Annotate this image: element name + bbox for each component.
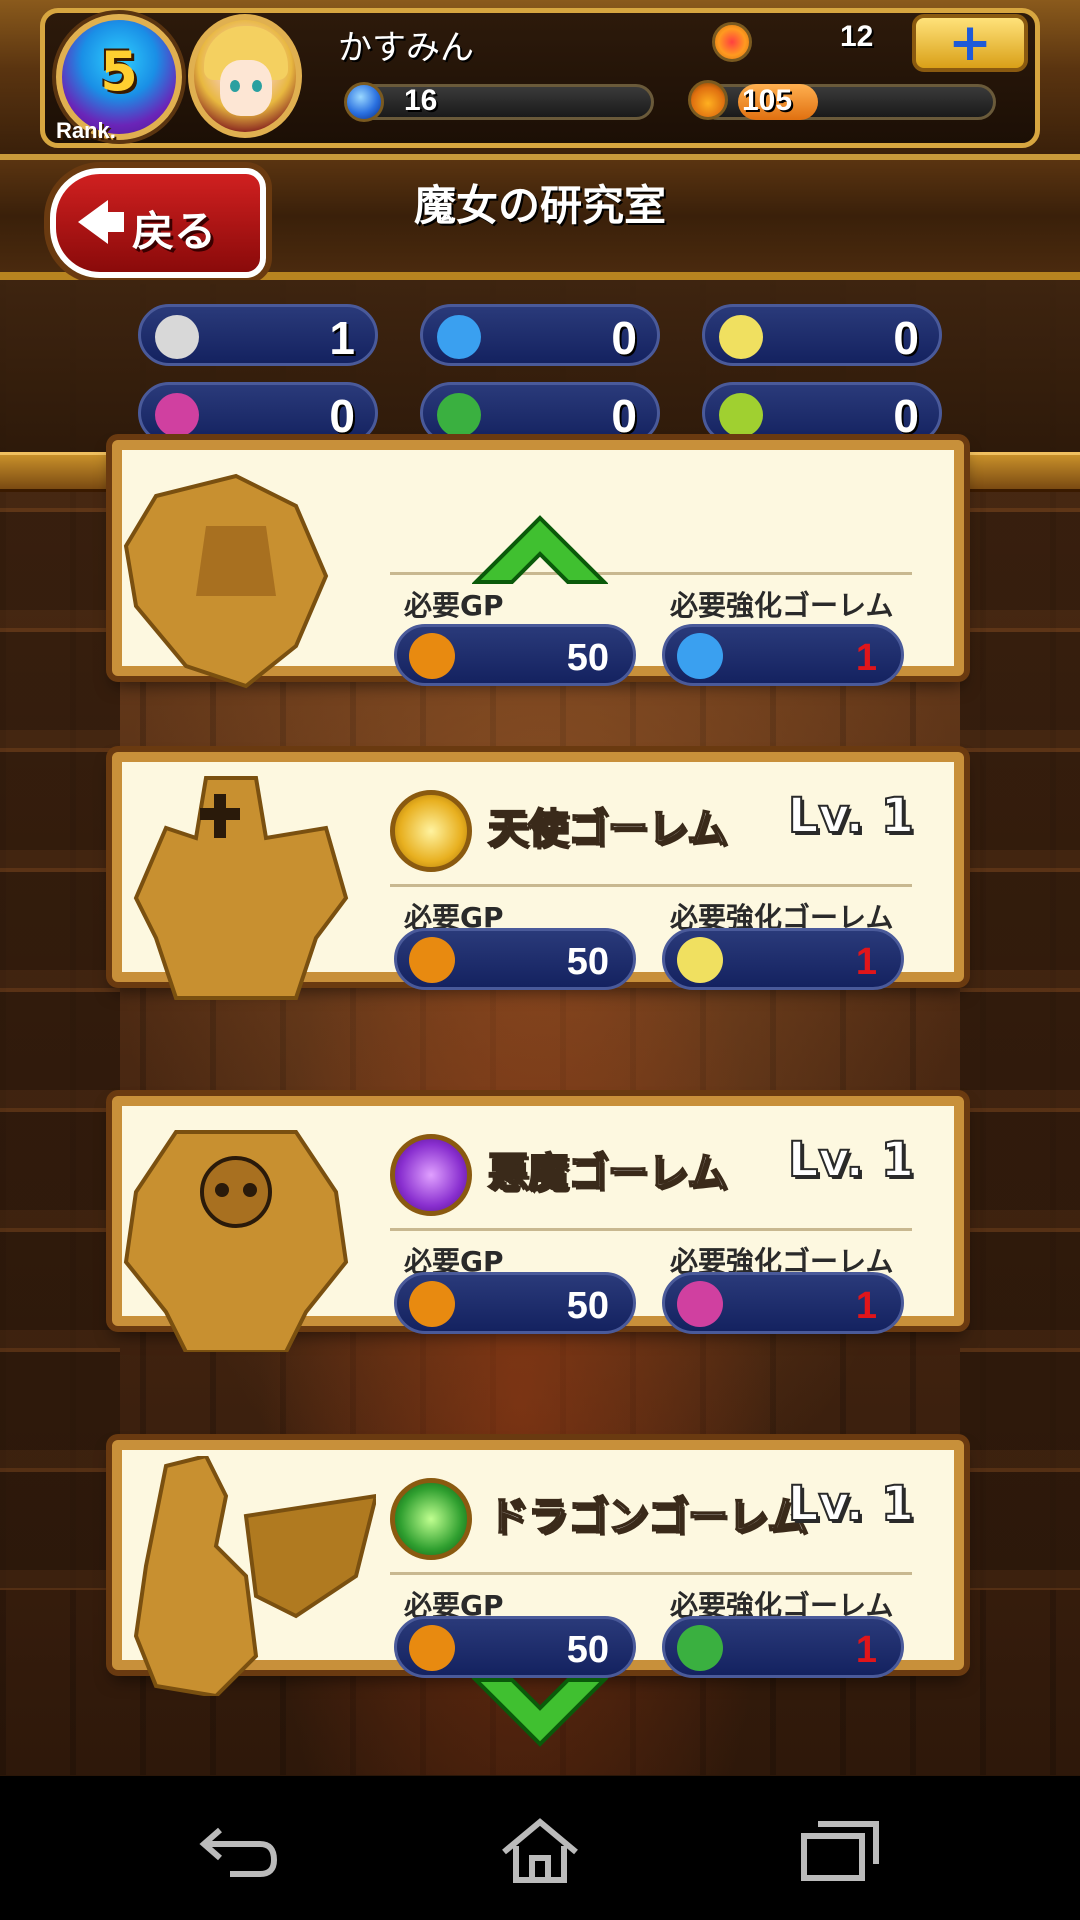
required-golem-label: 必要強化ゴーレム <box>670 589 894 622</box>
required-golem-pill: 1 <box>662 624 904 686</box>
gp-sprout-icon <box>409 1281 455 1327</box>
blue-golem-icon <box>677 633 723 679</box>
player-name: かすみん <box>338 28 474 68</box>
gem-count: 12 <box>840 20 874 53</box>
avatar[interactable] <box>188 14 302 138</box>
golem-name: 天使ゴーレム <box>487 805 728 853</box>
inventory-item: 0 <box>138 382 378 444</box>
gp-count: 105 <box>742 84 793 117</box>
dragon-golem-icon <box>437 393 481 437</box>
golem-level: Lv. 1 <box>787 1131 915 1189</box>
required-gp-pill: 50 <box>394 624 636 686</box>
gp-sprout-icon <box>409 633 455 679</box>
golem-level: Lv. 1 <box>787 787 915 845</box>
angel-golem-icon <box>719 315 763 359</box>
back-button[interactable]: 戻る <box>50 168 266 278</box>
demon-emblem-icon <box>390 1134 472 1216</box>
recent-apps-icon[interactable] <box>790 1816 890 1886</box>
required-gp-label: 必要GP <box>404 589 504 622</box>
blue-golem-icon <box>437 315 481 359</box>
back-nav-icon[interactable] <box>190 1816 290 1886</box>
required-golem-pill: 1 <box>662 928 904 990</box>
home-nav-icon[interactable] <box>490 1816 590 1886</box>
buy-gems-button[interactable]: + <box>912 14 1028 72</box>
gp-sprout-icon <box>688 80 728 120</box>
demon-golem-art-icon <box>123 1130 349 1352</box>
back-label: 戻る <box>132 207 217 256</box>
inventory-item: 0 <box>420 382 660 444</box>
scroll-down-arrow-icon[interactable] <box>472 1676 608 1748</box>
golem-silhouette-icon <box>123 473 329 689</box>
required-gp-pill: 50 <box>394 1616 636 1678</box>
inventory-item: 0 <box>702 382 942 444</box>
blue-orb-icon <box>344 82 384 122</box>
golem-card[interactable]: ドラゴンゴーレム Lv. 1 必要GP 必要強化ゴーレム 50 1 <box>112 1440 964 1696</box>
orb-bar <box>352 84 654 120</box>
dragon-emblem-icon <box>390 1478 472 1560</box>
golem-level: Lv. 1 <box>787 1475 915 1533</box>
system-nav-bar <box>0 1776 1080 1920</box>
dragon-golem-art-icon <box>133 1456 376 1696</box>
dragon-golem-icon <box>677 1625 723 1671</box>
gp-sprout-icon <box>409 937 455 983</box>
required-gp-pill: 50 <box>394 1272 636 1334</box>
demon-golem-icon <box>155 393 199 437</box>
golem-card[interactable]: 天使ゴーレム Lv. 1 必要GP 必要強化ゴーレム 50 1 <box>112 752 964 1000</box>
page-title: 魔女の研究室 <box>413 181 666 230</box>
angel-emblem-icon <box>390 790 472 872</box>
required-golem-pill: 1 <box>662 1272 904 1334</box>
golem-card[interactable]: 悪魔ゴーレム Lv. 1 必要GP 必要強化ゴーレム 50 1 <box>112 1096 964 1352</box>
gp-sprout-icon <box>409 1625 455 1671</box>
green-golem-icon <box>719 393 763 437</box>
angel-golem-icon <box>677 937 723 983</box>
required-golem-pill: 1 <box>662 1616 904 1678</box>
inventory-item: 0 <box>702 304 942 366</box>
golem-name: 悪魔ゴーレム <box>487 1149 728 1197</box>
rank-number: 5 <box>100 40 138 103</box>
inventory-item: 0 <box>420 304 660 366</box>
bookshelf-right <box>960 490 1080 1590</box>
required-gp-pill: 50 <box>394 928 636 990</box>
angel-golem-art-icon <box>133 776 349 1000</box>
rank-label: Rank. <box>56 118 116 143</box>
inventory-item: 1 <box>138 304 378 366</box>
scroll-up-arrow-icon[interactable] <box>472 514 608 586</box>
white-golem-icon <box>155 315 199 359</box>
gem-icon <box>712 22 752 62</box>
back-arrow-icon <box>78 200 108 244</box>
blue-orb-count: 16 <box>404 84 438 117</box>
demon-golem-icon <box>677 1281 723 1327</box>
